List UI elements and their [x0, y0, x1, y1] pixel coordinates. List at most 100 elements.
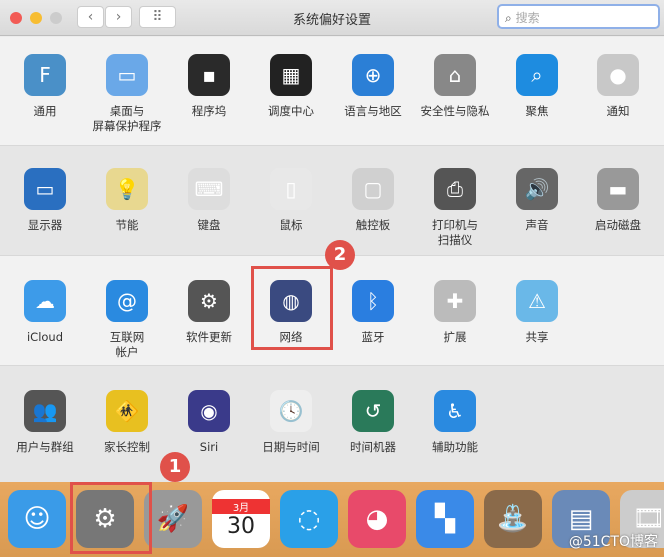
- date-time-icon: 🕓: [270, 390, 312, 432]
- pane-internet-accounts[interactable]: @ 互联网 帐户: [86, 280, 168, 360]
- pane-label: 打印机与 扫描仪: [432, 218, 478, 247]
- pane-label: 用户与群组: [16, 440, 74, 454]
- search-input[interactable]: ⌕ 搜索: [497, 4, 660, 29]
- desktop-screensaver-icon: ▭: [106, 54, 148, 96]
- notifications-icon: ●: [597, 54, 639, 96]
- step-2-badge: 2: [325, 240, 355, 270]
- keyboard-icon: ⌨: [188, 168, 230, 210]
- pane-mission-control[interactable]: ▦ 调度中心: [250, 54, 332, 119]
- pane-label: 声音: [525, 218, 549, 232]
- icloud-icon: ☁: [24, 280, 66, 322]
- finder-icon[interactable]: ☺: [8, 490, 66, 548]
- energy-saver-icon: 💡: [106, 168, 148, 210]
- pane-startup-disk[interactable]: ▬ 启动磁盘: [577, 168, 659, 233]
- pane-label: 节能: [115, 218, 139, 232]
- pane-label: 通用: [33, 104, 57, 118]
- pane-label: 通知: [606, 104, 630, 118]
- calendar-day: 30: [227, 514, 255, 539]
- spotlight-icon: ⌕: [516, 54, 558, 96]
- pane-label: 扩展: [443, 330, 467, 344]
- language-region-icon: ⊕: [352, 54, 394, 96]
- pane-label: 日期与时间: [262, 440, 320, 454]
- highlight-network: [251, 266, 333, 350]
- pane-label: 聚焦: [525, 104, 549, 118]
- pane-displays[interactable]: ▭ 显示器: [4, 168, 86, 233]
- pane-label: 共享: [525, 330, 549, 344]
- launchpad-icon[interactable]: 🚀: [144, 490, 202, 548]
- bluetooth-icon: ᛒ: [352, 280, 394, 322]
- pane-accessibility[interactable]: ♿ 辅助功能: [414, 390, 496, 455]
- pane-mouse[interactable]: ▯ 鼠标: [250, 168, 332, 233]
- calendar-month: 3月: [212, 499, 270, 514]
- title-bar: ‹ › ⠿ 系统偏好设置 ⌕ 搜索: [0, 0, 664, 36]
- browser-icon[interactable]: ◕: [348, 490, 406, 548]
- pane-extensions[interactable]: ✚ 扩展: [414, 280, 496, 345]
- printers-scanners-icon: ⎙: [434, 168, 476, 210]
- pane-security-privacy[interactable]: ⌂ 安全性与隐私: [414, 54, 496, 119]
- sound-icon: 🔊: [516, 168, 558, 210]
- pane-label: 鼠标: [279, 218, 303, 232]
- pane-trackpad[interactable]: ▢ 触控板: [332, 168, 414, 233]
- pane-spotlight[interactable]: ⌕ 聚焦: [496, 54, 578, 119]
- pane-language-region[interactable]: ⊕ 语言与地区: [332, 54, 414, 119]
- pane-notifications[interactable]: ● 通知: [577, 54, 659, 119]
- pane-general[interactable]: F 通用: [4, 54, 86, 119]
- displays-icon: ▭: [24, 168, 66, 210]
- time-machine-icon: ↺: [352, 390, 394, 432]
- pane-label: 家长控制: [104, 440, 150, 454]
- pane-label: 显示器: [27, 218, 63, 232]
- parental-controls-icon: 🚸: [106, 390, 148, 432]
- pane-parental-controls[interactable]: 🚸 家长控制: [86, 390, 168, 455]
- mission-control-icon: ▦: [270, 54, 312, 96]
- pane-label: 程序坞: [191, 104, 227, 118]
- pane-label: 启动磁盘: [595, 218, 641, 232]
- trackpad-icon: ▢: [352, 168, 394, 210]
- pane-label: 软件更新: [186, 330, 232, 344]
- pane-energy-saver[interactable]: 💡 节能: [86, 168, 168, 233]
- pane-label: 时间机器: [350, 440, 396, 454]
- highlight-system-preferences: [70, 482, 152, 554]
- pane-label: 调度中心: [268, 104, 314, 118]
- accessibility-icon: ♿: [434, 390, 476, 432]
- photo-well-icon[interactable]: ⛲: [484, 490, 542, 548]
- step-1-badge: 1: [160, 452, 190, 482]
- pane-icloud[interactable]: ☁ iCloud: [4, 280, 86, 345]
- sharing-icon: ⚠: [516, 280, 558, 322]
- pane-time-machine[interactable]: ↺ 时间机器: [332, 390, 414, 455]
- pane-desktop-screensaver[interactable]: ▭ 桌面与 屏幕保护程序: [86, 54, 168, 134]
- calendar-icon[interactable]: 3月 30: [212, 490, 270, 548]
- dock-icon: ▪: [188, 54, 230, 96]
- security-privacy-icon: ⌂: [434, 54, 476, 96]
- pane-label: 语言与地区: [344, 104, 402, 118]
- pane-label: 触控板: [355, 218, 391, 232]
- pane-sharing[interactable]: ⚠ 共享: [496, 280, 578, 345]
- app-icon[interactable]: ▚: [416, 490, 474, 548]
- internet-accounts-icon: @: [106, 280, 148, 322]
- pane-label: 蓝牙: [361, 330, 385, 344]
- pane-date-time[interactable]: 🕓 日期与时间: [250, 390, 332, 455]
- extensions-icon: ✚: [434, 280, 476, 322]
- pane-users-groups[interactable]: 👥 用户与群组: [4, 390, 86, 455]
- pane-label: 桌面与 屏幕保护程序: [92, 104, 162, 133]
- users-groups-icon: 👥: [24, 390, 66, 432]
- search-placeholder: 搜索: [515, 11, 540, 25]
- pane-bluetooth[interactable]: ᛒ 蓝牙: [332, 280, 414, 345]
- software-update-icon: ⚙: [188, 280, 230, 322]
- general-icon: F: [24, 54, 66, 96]
- pane-siri[interactable]: ◉ Siri: [168, 390, 250, 455]
- pane-label: 辅助功能: [432, 440, 478, 454]
- mouse-icon: ▯: [270, 168, 312, 210]
- pane-software-update[interactable]: ⚙ 软件更新: [168, 280, 250, 345]
- watermark: @51CTO博客: [568, 534, 658, 550]
- pane-label: 键盘: [197, 218, 221, 232]
- pane-label: 安全性与隐私: [420, 104, 490, 118]
- pane-printers-scanners[interactable]: ⎙ 打印机与 扫描仪: [414, 168, 496, 248]
- pane-label: iCloud: [26, 330, 64, 344]
- siri-icon: ◉: [188, 390, 230, 432]
- pane-dock[interactable]: ▪ 程序坞: [168, 54, 250, 119]
- wecom-icon[interactable]: ◌: [280, 490, 338, 548]
- pane-keyboard[interactable]: ⌨ 键盘: [168, 168, 250, 233]
- search-icon: ⌕: [505, 11, 512, 25]
- pane-sound[interactable]: 🔊 声音: [496, 168, 578, 233]
- pane-label: 互联网 帐户: [109, 330, 145, 359]
